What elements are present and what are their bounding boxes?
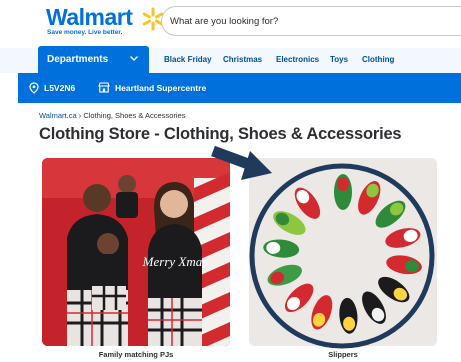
logo-wordmark: Walmart <box>46 4 133 30</box>
tile-caption-family-pjs[interactable]: Family matching PJs <box>42 350 230 359</box>
nav-link-clothing[interactable]: Clothing <box>362 55 394 64</box>
page-title: Clothing Store - Clothing, Shoes & Acces… <box>39 125 402 143</box>
shirt-print-text: Merry Xmas <box>142 254 208 269</box>
nav-link-christmas[interactable]: Christmas <box>223 55 262 64</box>
category-tile-family-pjs[interactable]: Merry Xmas <box>42 158 230 346</box>
departments-button[interactable]: Departments <box>38 46 149 74</box>
family-pjs-photo: Merry Xmas <box>42 158 230 346</box>
store-name[interactable]: Heartland Supercentre <box>115 83 206 93</box>
breadcrumb-current: Clothing, Shoes & Accessories <box>83 111 186 120</box>
logo-tagline: Save money. Live better. <box>47 29 123 36</box>
search-input[interactable] <box>162 7 442 35</box>
chevron-down-icon <box>130 56 138 61</box>
nav-link-electronics[interactable]: Electronics <box>276 55 319 64</box>
nav-link-toys[interactable]: Toys <box>330 55 348 64</box>
breadcrumb-separator: › <box>78 111 82 120</box>
postal-code[interactable]: L5V2N6 <box>44 83 75 93</box>
search-bar[interactable] <box>161 6 461 36</box>
tile-caption-slippers[interactable]: Slippers <box>249 350 437 359</box>
category-tile-slippers[interactable] <box>249 158 437 346</box>
location-bar[interactable]: L5V2N6 Heartland Supercentre <box>18 73 461 103</box>
location-pin-icon <box>29 82 39 94</box>
walmart-logo[interactable]: Walmart Save money. Live better. <box>46 4 164 38</box>
departments-label: Departments <box>47 54 109 65</box>
breadcrumb-home-link[interactable]: Walmart.ca <box>39 111 77 120</box>
nav-link-black-friday[interactable]: Black Friday <box>164 55 212 64</box>
slippers-photo <box>249 158 437 346</box>
store-icon <box>98 82 110 93</box>
breadcrumb: Walmart.ca › Clothing, Shoes & Accessori… <box>39 111 185 120</box>
